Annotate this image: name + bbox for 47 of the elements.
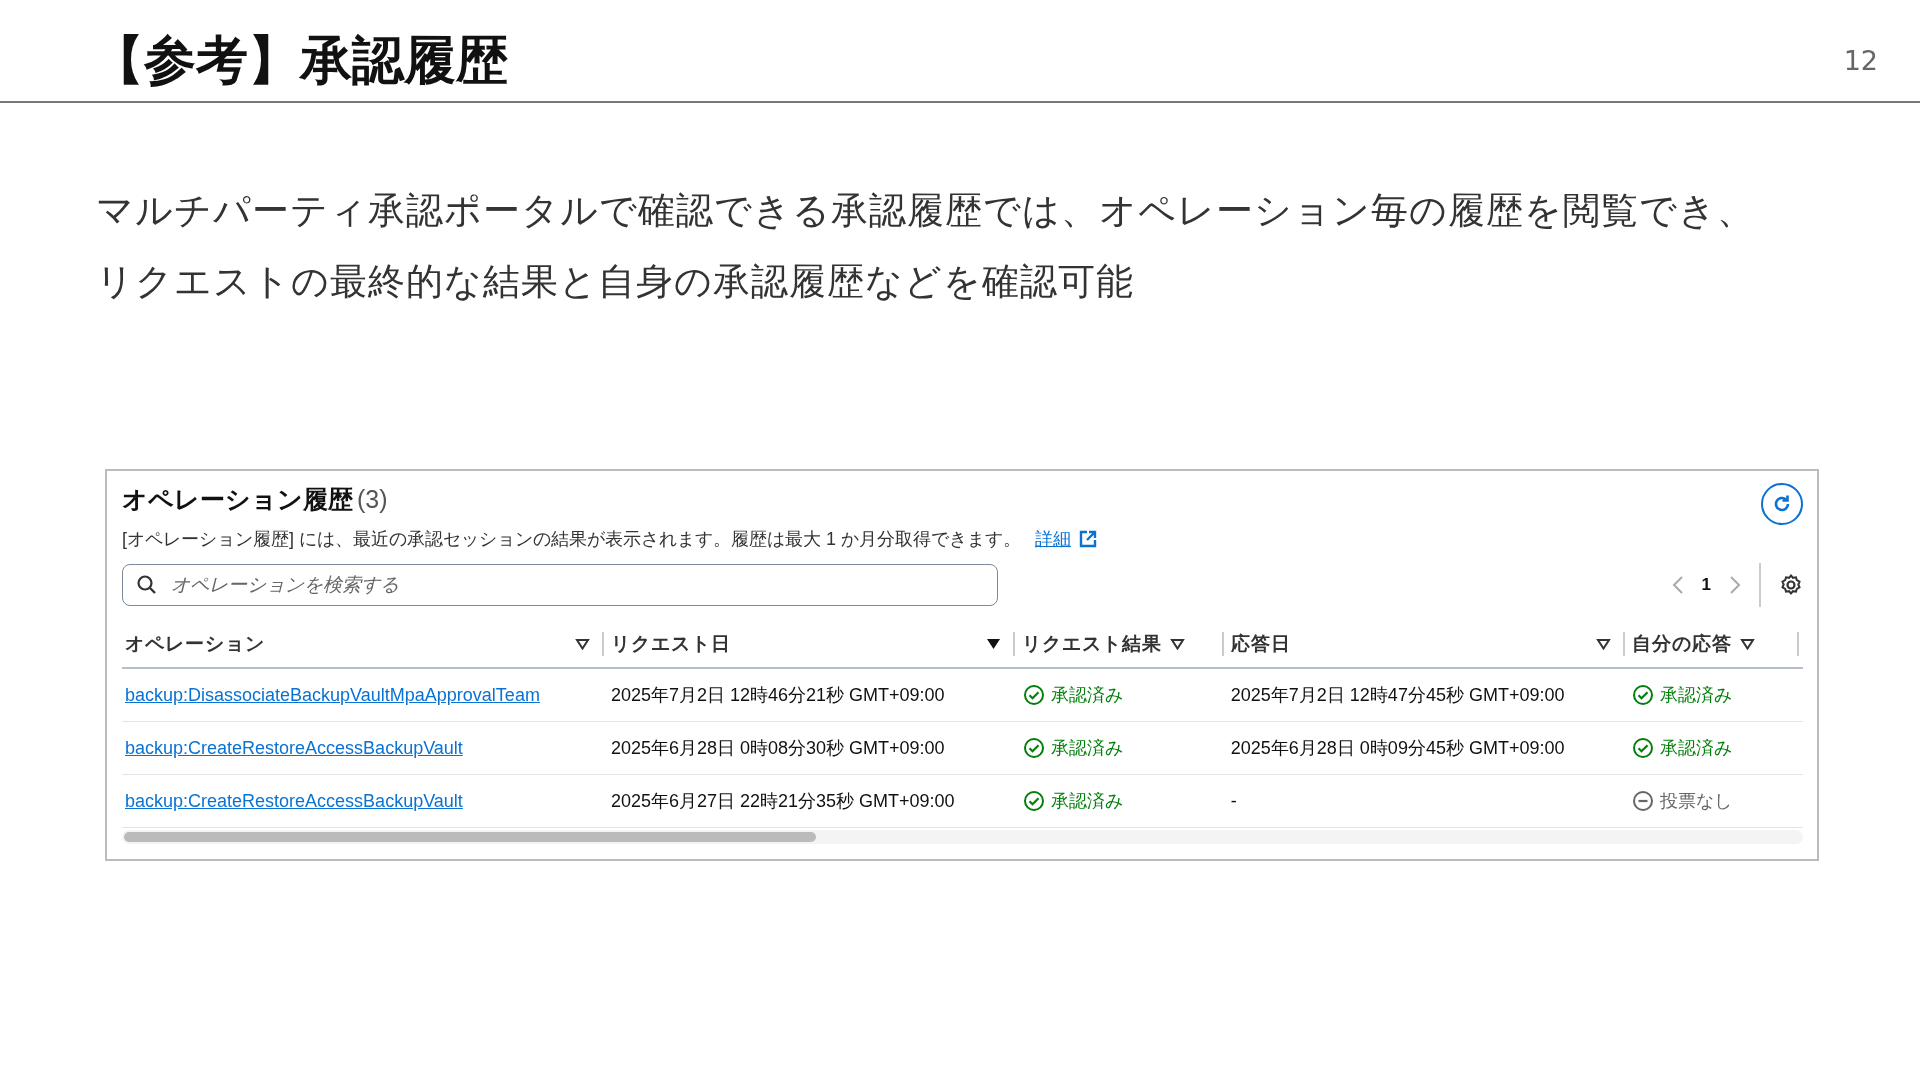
- request-date-cell-text: 2025年6月28日 0時08分30秒 GMT+09:00: [610, 737, 945, 760]
- check-circle-icon: [1022, 737, 1045, 759]
- sort-triangle-icon[interactable]: [1170, 638, 1186, 650]
- body-text: マルチパーティ承認ポータルで確認できる承認履歴では、オペレーション毎の履歴を閲覧でき、: [96, 188, 1756, 234]
- horizontal-scrollbar[interactable]: [122, 830, 1803, 844]
- my-response-status: 承認済み: [1660, 737, 1733, 760]
- column-header[interactable]: リクエスト結果: [1022, 631, 1163, 657]
- scrollbar-thumb[interactable]: [124, 832, 816, 842]
- column-header[interactable]: オペレーション: [125, 631, 265, 657]
- check-circle-icon: [1632, 684, 1655, 706]
- search-field[interactable]: オペレーションを検索する: [122, 564, 998, 606]
- request-date-cell-text: 2025年7月2日 12時46分21秒 GMT+09:00: [610, 684, 945, 707]
- operation-link[interactable]: backup:CreateRestoreAccessBackupVault: [125, 737, 463, 759]
- settings-icon[interactable]: [1779, 573, 1803, 597]
- item-count: (3): [357, 485, 388, 513]
- column-header[interactable]: 自分の応答: [1632, 631, 1733, 657]
- request-result-status: 承認済み: [1050, 790, 1123, 813]
- panel-description: [オペレーション履歴] には、最近の承認セッションの結果が表示されます。履歴は最大 1 か月分取得できます。: [122, 528, 1021, 551]
- minus-circle-icon: [1632, 790, 1655, 812]
- response-date-cell-text: 2025年7月2日 12時47分45秒 GMT+09:00: [1230, 684, 1565, 707]
- request-result-status: 承認済み: [1050, 737, 1123, 760]
- response-date-cell-text: 2025年6月28日 0時09分45秒 GMT+09:00: [1230, 737, 1565, 760]
- check-circle-icon: [1022, 684, 1045, 706]
- request-date-cell-text: 2025年6月27日 22時21分35秒 GMT+09:00: [610, 790, 955, 813]
- check-circle-icon: [1632, 737, 1655, 759]
- response-date-cell: -: [1230, 790, 1237, 812]
- operation-link[interactable]: backup:DisassociateBackupVaultMpaApprovalTeam: [125, 684, 540, 706]
- operation-link[interactable]: backup:CreateRestoreAccessBackupVault: [125, 790, 463, 812]
- my-response-status: 承認済み: [1660, 684, 1733, 707]
- refresh-button[interactable]: [1761, 483, 1803, 525]
- slide-title: 【参考】承認履歴: [92, 28, 508, 92]
- column-header[interactable]: 応答日: [1230, 631, 1291, 657]
- sort-triangle-icon[interactable]: [574, 638, 590, 650]
- sort-triangle-icon[interactable]: [1596, 638, 1612, 650]
- page-number-button[interactable]: 1: [1701, 575, 1711, 595]
- sort-triangle-icon[interactable]: [1740, 638, 1756, 650]
- search-icon: [136, 574, 158, 596]
- page-number: 12: [1843, 45, 1878, 76]
- sort-triangle-icon[interactable]: [986, 638, 1002, 650]
- external-link-icon: [1079, 530, 1097, 548]
- check-circle-icon: [1022, 790, 1045, 812]
- details-link[interactable]: 詳細: [1035, 527, 1071, 551]
- body-text: リクエストの最終的な結果と自身の承認履歴などを確認可能: [96, 259, 1135, 305]
- panel-title: オペレーション履歴: [122, 485, 353, 513]
- my-response-status: 投票なし: [1660, 790, 1733, 813]
- column-header[interactable]: リクエスト日: [610, 631, 731, 657]
- request-result-status: 承認済み: [1050, 684, 1123, 707]
